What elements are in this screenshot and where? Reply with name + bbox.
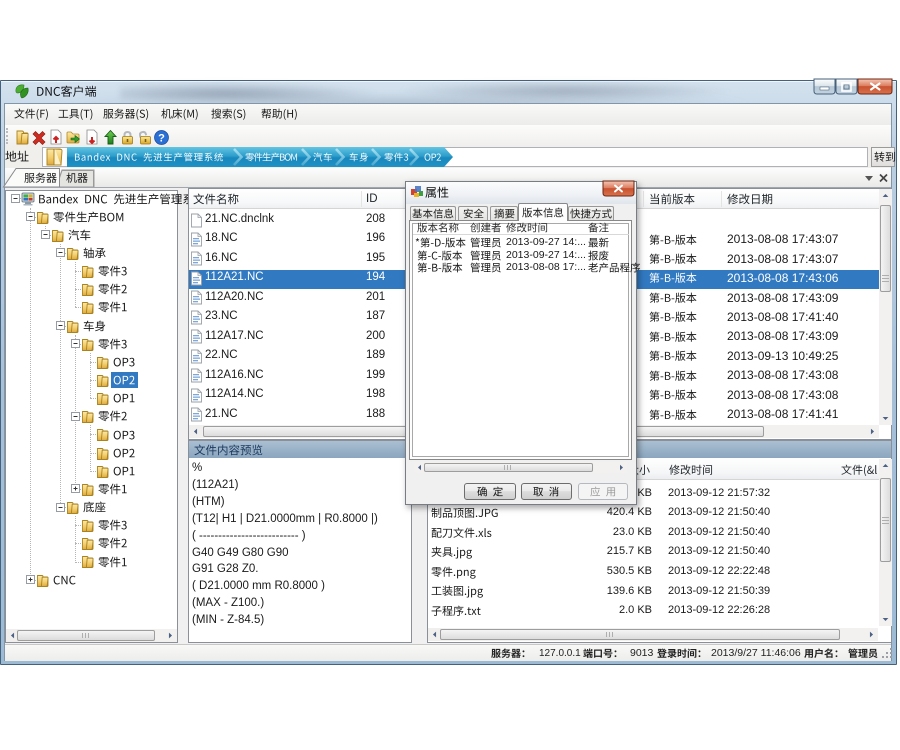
svg-text:?: ? [158, 132, 165, 144]
